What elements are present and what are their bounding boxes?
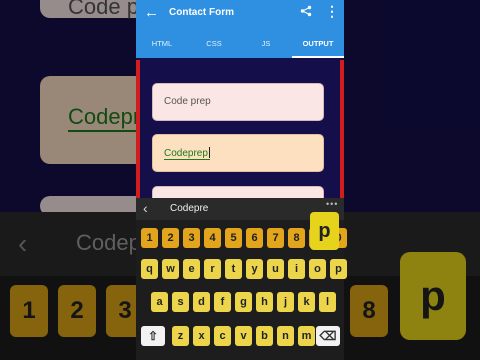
backspace-icon[interactable]: ⌫ — [316, 326, 340, 346]
key-3[interactable]: 3 — [183, 228, 200, 248]
key-n[interactable]: n — [277, 326, 294, 346]
key-a[interactable]: a — [151, 292, 168, 312]
key-i[interactable]: i — [288, 259, 305, 279]
key-8[interactable]: 8 — [288, 228, 305, 248]
key-x[interactable]: x — [193, 326, 210, 346]
key-l[interactable]: l — [319, 292, 336, 312]
key-p[interactable]: p — [330, 259, 347, 279]
tab-js[interactable]: JS — [240, 39, 292, 48]
share-icon[interactable] — [300, 5, 312, 20]
key-s[interactable]: s — [172, 292, 189, 312]
chevron-left-icon[interactable]: ‹ — [143, 200, 148, 216]
key-j[interactable]: j — [277, 292, 294, 312]
key-y[interactable]: y — [246, 259, 263, 279]
text-cursor — [208, 147, 210, 158]
key-preview-popup: p — [310, 212, 339, 250]
tab-output[interactable]: OUTPUT — [292, 39, 344, 48]
key-f[interactable]: f — [214, 292, 231, 312]
name-field-value: Code prep — [164, 96, 211, 107]
arrow-left-icon[interactable]: ← — [144, 4, 159, 21]
key-2[interactable]: 2 — [162, 228, 179, 248]
key-t[interactable]: t — [225, 259, 242, 279]
key-h[interactable]: h — [256, 292, 273, 312]
key-7[interactable]: 7 — [267, 228, 284, 248]
key-1[interactable]: 1 — [141, 228, 158, 248]
key-k[interactable]: k — [298, 292, 315, 312]
key-o[interactable]: o — [309, 259, 326, 279]
key-b[interactable]: b — [256, 326, 273, 346]
key-w[interactable]: w — [162, 259, 179, 279]
key-v[interactable]: v — [235, 326, 252, 346]
active-text-field[interactable]: Codeprep — [152, 134, 324, 172]
tab-css[interactable]: CSS — [188, 39, 240, 48]
app-title: Contact Form — [169, 7, 234, 18]
right-border — [340, 60, 344, 210]
key-g[interactable]: g — [235, 292, 252, 312]
tab-html[interactable]: HTML — [136, 39, 188, 48]
suggestion-more-icon[interactable]: ••• — [326, 199, 338, 209]
key-4[interactable]: 4 — [204, 228, 221, 248]
shift-icon[interactable]: ⇧ — [141, 326, 165, 346]
key-u[interactable]: u — [267, 259, 284, 279]
suggestion-word[interactable]: Codepre — [170, 203, 208, 214]
output-page — [136, 58, 344, 198]
key-q[interactable]: q — [141, 259, 158, 279]
key-c[interactable]: c — [214, 326, 231, 346]
key-d[interactable]: d — [193, 292, 210, 312]
key-z[interactable]: z — [172, 326, 189, 346]
left-border — [136, 60, 140, 210]
active-field-value: Codeprep — [164, 147, 210, 160]
more-vert-icon[interactable]: ⋮ — [325, 3, 339, 20]
name-field[interactable]: Code prep — [152, 83, 324, 121]
key-e[interactable]: e — [183, 259, 200, 279]
tab-bar: HTML CSS JS OUTPUT — [136, 28, 344, 58]
key-5[interactable]: 5 — [225, 228, 242, 248]
key-r[interactable]: r — [204, 259, 221, 279]
app-bar: ← Contact Form ⋮ — [136, 0, 344, 28]
key-6[interactable]: 6 — [246, 228, 263, 248]
key-m[interactable]: m — [298, 326, 315, 346]
